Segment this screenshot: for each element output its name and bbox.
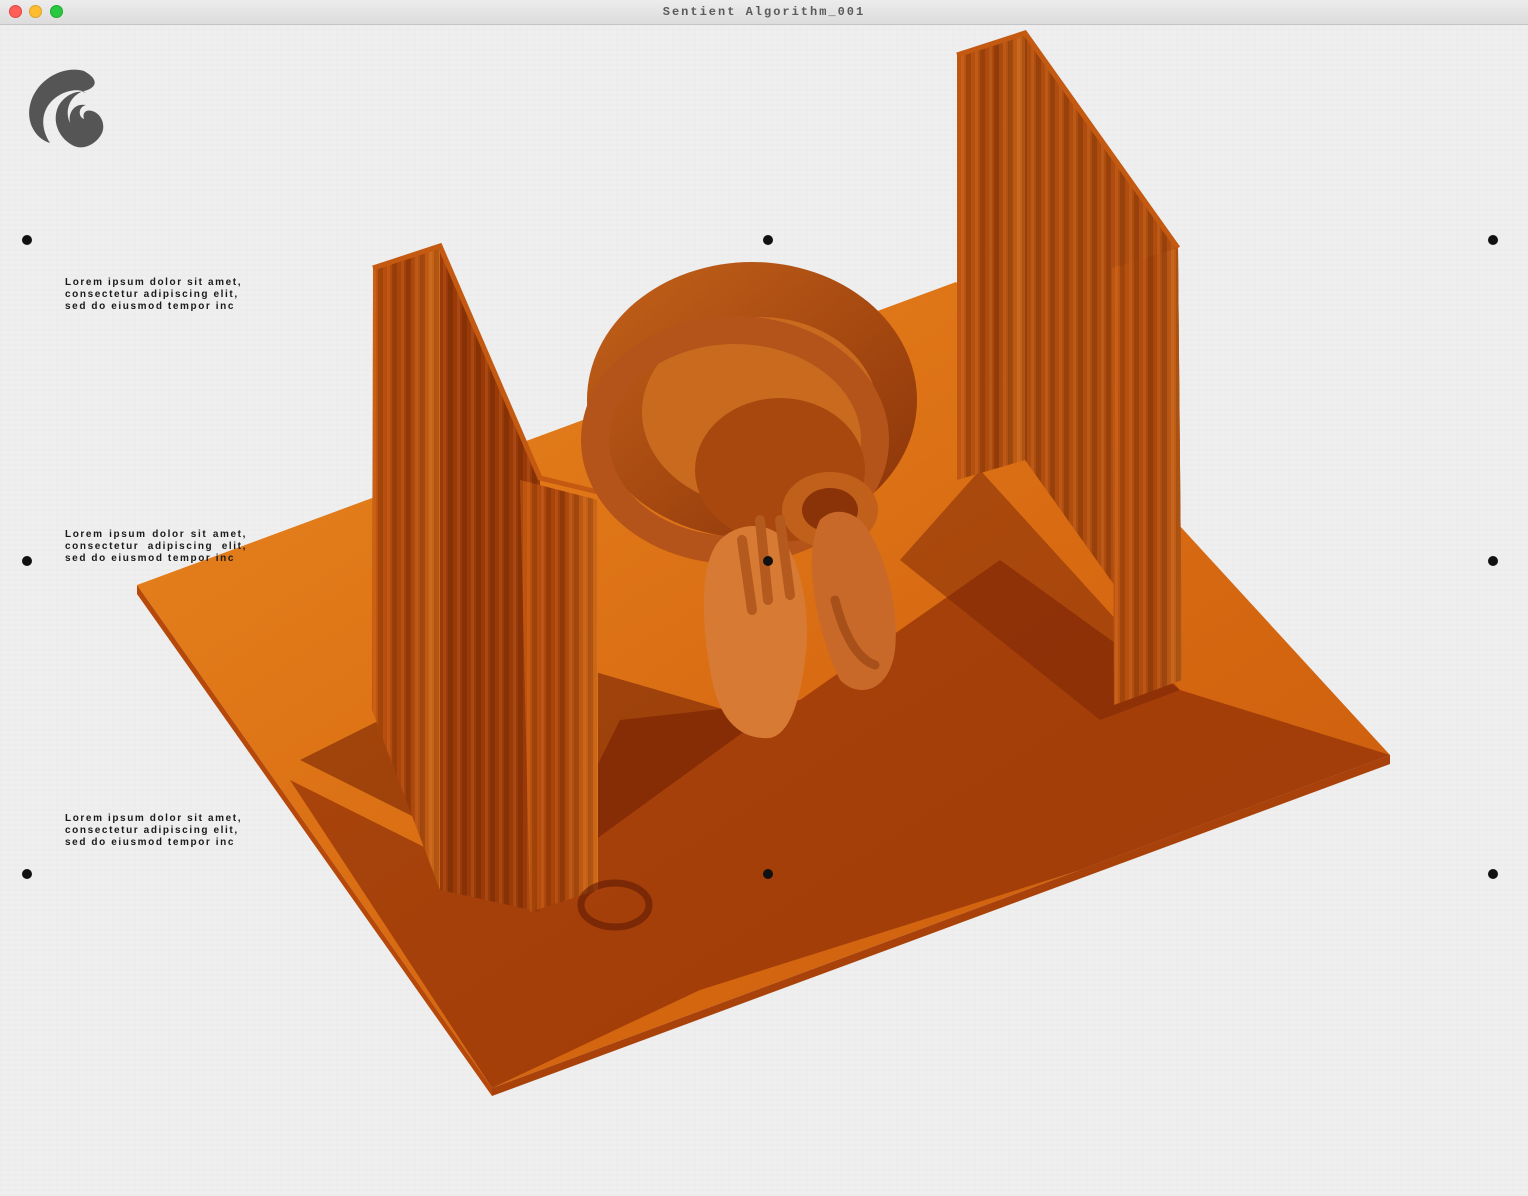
caption-text-2: Lorem ipsum dolor sit amet, consectetur … [65, 529, 247, 564]
swirl-logo-icon [29, 69, 104, 148]
app-window: Sentient Algorithm_001 Lorem ipsum dolor… [0, 0, 1528, 1196]
caption-text-3: Lorem ipsum dolor sit amet, consectetur … [65, 813, 243, 848]
marker-dot [1488, 235, 1498, 245]
window-title: Sentient Algorithm_001 [662, 5, 866, 19]
title-bar[interactable]: Sentient Algorithm_001 [0, 0, 1528, 25]
caption-text-1: Lorem ipsum dolor sit amet, consectetur … [65, 277, 243, 312]
marker-dot [22, 556, 32, 566]
marker-dot [1488, 556, 1498, 566]
orange-sculpture-scene [137, 30, 1390, 1096]
marker-dot [22, 869, 32, 879]
artwork-canvas: Lorem ipsum dolor sit amet, consectetur … [0, 25, 1528, 1196]
marker-dot [763, 556, 773, 566]
marker-dot [763, 869, 773, 879]
marker-dot [1488, 869, 1498, 879]
marker-dot [763, 235, 773, 245]
marker-dot [22, 235, 32, 245]
